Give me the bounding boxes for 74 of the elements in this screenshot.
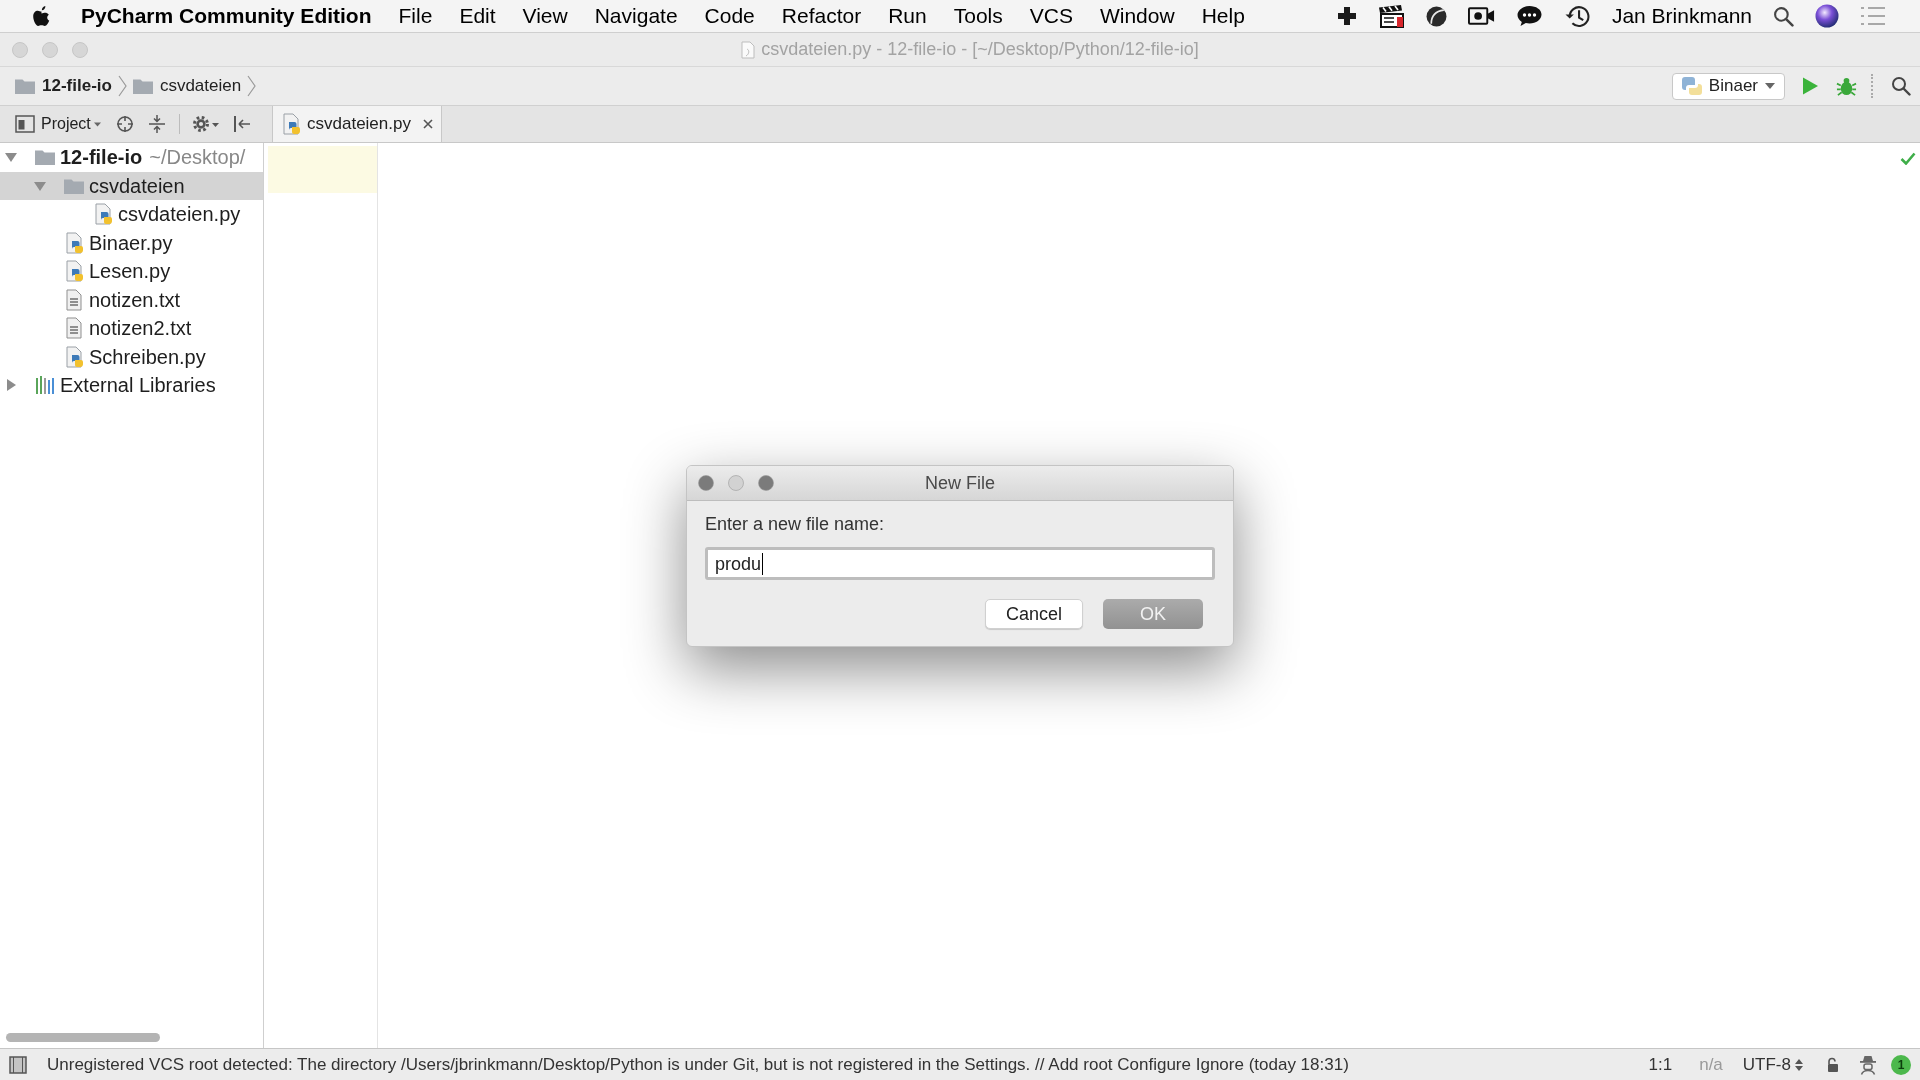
status-message: Unregistered VCS root detected: The directory /Users/jbrinkmann/Desktop/Python is under Git, but is not registered in the Settings. // Add root Configure Ignore (today 18:31): [47, 1053, 1349, 1076]
caret-position[interactable]: 1:1: [1648, 1051, 1673, 1078]
caret-down-icon: [93, 121, 101, 127]
menu-item[interactable]: VCS: [1029, 0, 1073, 32]
search-icon[interactable]: [1891, 76, 1911, 96]
app-menu[interactable]: PyCharm Community Edition: [81, 0, 372, 32]
python-file-icon: [64, 231, 84, 254]
editor-tab[interactable]: csvdateien.py: [272, 106, 442, 142]
plus-icon[interactable]: [1336, 6, 1357, 26]
dialog-button[interactable]: Cancel: [985, 599, 1083, 629]
window-control-icon[interactable]: [698, 475, 714, 491]
folder-icon: [132, 78, 153, 94]
dialog-title: New File: [925, 471, 995, 495]
menu-item[interactable]: Help: [1201, 0, 1245, 32]
user-name[interactable]: Jan Brinkmann: [1611, 0, 1752, 32]
python-icon: [1681, 76, 1702, 96]
run-config-dropdown[interactable]: Binaer: [1671, 72, 1785, 100]
breadcrumb[interactable]: csvdateien: [132, 73, 242, 99]
text-file-icon: [66, 317, 82, 340]
bug-icon[interactable]: [1836, 75, 1857, 97]
python-file-icon: [64, 260, 84, 283]
menu-item[interactable]: Refactor: [781, 0, 862, 32]
file-name-field[interactable]: produ: [705, 547, 1215, 580]
caret-down-icon: [1765, 83, 1775, 89]
updown-arrows-icon: [1795, 1057, 1803, 1072]
hat-person-icon[interactable]: [1859, 1054, 1877, 1075]
menu-item[interactable]: File: [398, 0, 433, 32]
text-file-icon: [66, 288, 82, 311]
chat-bubble-icon[interactable]: [1515, 5, 1543, 27]
menu-item[interactable]: View: [522, 0, 568, 32]
breadcrumb[interactable]: 12-file-io: [15, 73, 112, 99]
square-frame-icon[interactable]: [9, 1055, 27, 1074]
menu-item[interactable]: Code: [704, 0, 755, 32]
apple-icon[interactable]: [32, 5, 50, 27]
window-control-icon[interactable]: [758, 475, 774, 491]
folder-icon: [15, 78, 35, 94]
python-file-icon: [64, 345, 84, 368]
tree-item[interactable]: csvdateien: [0, 171, 263, 200]
python-file-icon: [281, 113, 301, 135]
gradient-orb-icon[interactable]: [1815, 4, 1839, 28]
folder-icon: [64, 177, 84, 194]
close-icon[interactable]: [422, 119, 433, 129]
search-icon[interactable]: [1773, 5, 1794, 27]
folder-icon: [35, 149, 55, 166]
triangle-down-icon[interactable]: [5, 151, 17, 164]
notification-count[interactable]: 1: [1891, 1054, 1911, 1075]
horizontal-scrollbar[interactable]: [6, 1033, 160, 1042]
clapperboard-icon[interactable]: [1377, 4, 1405, 28]
window-title: csvdateien.py - 12-file-io - [~/Desktop/Python/12-file-io]: [761, 38, 1199, 61]
dialog-prompt: Enter a new file name:: [705, 513, 886, 535]
crescent-icon[interactable]: [1425, 5, 1447, 27]
panel-layout-icon: [15, 115, 35, 133]
bars-icon: [35, 376, 55, 395]
arrow-left-bar-icon[interactable]: [232, 115, 251, 133]
path-hint: ~/Desktop/: [149, 145, 246, 171]
project-view-selector[interactable]: Project: [15, 112, 101, 136]
python-file-icon: [93, 203, 113, 226]
history-clock-icon[interactable]: [1563, 4, 1591, 28]
menu-item[interactable]: Edit: [459, 0, 496, 32]
encoding-selector[interactable]: UTF-8: [1742, 1051, 1803, 1078]
settings-icon[interactable]: [191, 115, 220, 133]
check-icon: [1900, 152, 1916, 165]
menu-item[interactable]: Navigate: [594, 0, 678, 32]
menu-item[interactable]: Window: [1099, 0, 1175, 32]
file-icon: [741, 40, 756, 59]
triangle-right-icon[interactable]: [5, 379, 17, 392]
lock-icon[interactable]: [1825, 1056, 1839, 1073]
menu-item[interactable]: Run: [888, 0, 927, 32]
crosshair-icon[interactable]: [115, 115, 134, 133]
chevron-right-icon: [117, 75, 127, 97]
arrows-to-line-icon[interactable]: [147, 115, 166, 133]
menu-item[interactable]: Tools: [953, 0, 1003, 32]
chevron-right-icon: [247, 75, 257, 97]
video-camera-icon[interactable]: [1467, 5, 1495, 27]
